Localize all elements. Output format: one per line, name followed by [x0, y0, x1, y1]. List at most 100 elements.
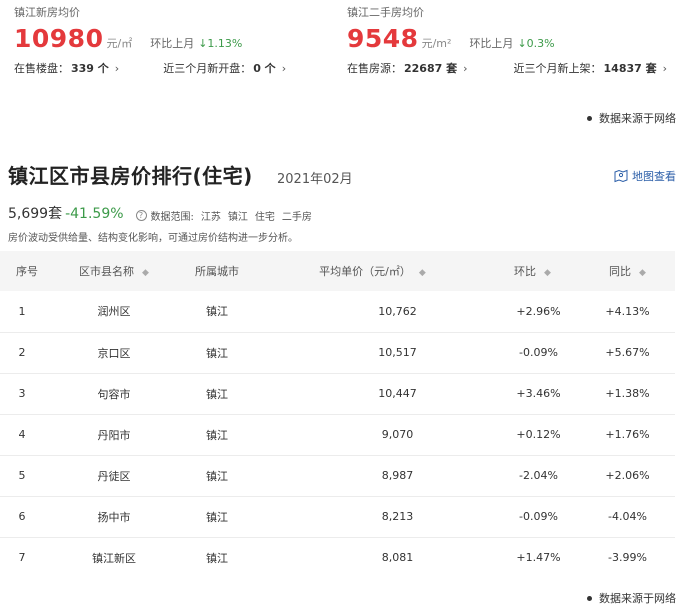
table-row[interactable]: 4 丹阳市 镇江 9,070 +0.12% +1.76%	[0, 414, 675, 456]
row-index: 1	[0, 291, 54, 333]
table-row[interactable]: 7 镇江新区 镇江 8,081 +1.47% -3.99%	[0, 537, 675, 578]
new-house-on-sale-value: 339 个	[71, 62, 109, 75]
new-house-price-unit: 元/㎡	[106, 37, 133, 50]
new-house-price-row: 10980 元/㎡ 环比上月 ↓1.13%	[14, 24, 334, 54]
row-index: 7	[18, 551, 26, 565]
row-price: 8,213	[260, 496, 485, 538]
header-city: 所属城市	[174, 251, 260, 291]
second-hand-price-card: 镇江二手房均价 9548 元/m² 环比上月 ↓0.3% 在售房源： 22687…	[347, 6, 677, 76]
header-price[interactable]: 平均单价（元/㎡） ◆	[260, 251, 485, 291]
new-house-on-sale-link[interactable]: 在售楼盘： 339 个 ›	[14, 62, 119, 76]
sort-icon[interactable]: ◆	[544, 268, 551, 278]
scope-tag: 住宅	[254, 212, 275, 223]
ranking-title: 镇江区市县房价排行(住宅)	[8, 164, 253, 188]
row-mom: +3.46%	[485, 373, 580, 415]
row-district: 扬中市	[54, 496, 174, 538]
table-header-row: 序号 区市县名称 ◆ 所属城市 平均单价（元/㎡） ◆ 环比 ◆ 同比 ◆	[0, 251, 675, 291]
new-house-on-sale-label: 在售楼盘：	[14, 62, 69, 75]
chevron-right-icon: ›	[114, 62, 120, 75]
row-yoy: +5.67%	[580, 332, 675, 374]
new-house-sub-row: 在售楼盘： 339 个 › 近三个月新开盘： 0 个 ›	[14, 62, 334, 76]
row-city: 镇江	[206, 551, 228, 565]
row-district: 润州区	[54, 291, 174, 333]
row-index: 3	[0, 373, 54, 415]
row-price: 10,517	[260, 332, 485, 374]
row-mom: -2.04%	[485, 455, 580, 497]
row-index: 5	[0, 455, 54, 497]
sort-icon[interactable]: ◆	[419, 268, 426, 278]
table-row[interactable]: 6 扬中市 镇江 8,213 -0.09% -4.04%	[0, 496, 675, 538]
help-icon[interactable]: ?	[135, 210, 147, 221]
new-house-price: 10980	[14, 24, 104, 53]
new-house-recent-label: 近三个月新开盘：	[163, 62, 252, 75]
header-district[interactable]: 区市县名称 ◆	[54, 251, 174, 291]
row-mom: +1.47%	[516, 551, 561, 565]
chevron-right-icon: ›	[281, 62, 287, 75]
row-district: 京口区	[54, 332, 174, 374]
second-hand-mom-label: 环比上月	[469, 37, 514, 50]
map-view-link[interactable]: 地图查看	[614, 168, 676, 184]
second-hand-on-sale-link[interactable]: 在售房源： 22687 套 ›	[347, 62, 468, 76]
new-house-mom-label: 环比上月	[150, 37, 195, 50]
row-index: 2	[0, 332, 54, 374]
second-hand-recent-value: 14837 套	[603, 62, 657, 75]
row-city: 镇江	[174, 291, 260, 333]
row-district: 丹阳市	[54, 414, 174, 456]
second-hand-price-unit: 元/m²	[421, 37, 452, 50]
row-price: 8,987	[260, 455, 485, 497]
table-row[interactable]: 2 京口区 镇江 10,517 -0.09% +5.67%	[0, 332, 675, 374]
row-index: 6	[0, 496, 54, 538]
row-city: 镇江	[174, 496, 260, 538]
scope-label: 数据范围:	[150, 212, 194, 223]
row-yoy: +4.13%	[580, 291, 675, 333]
chevron-right-icon: ›	[662, 62, 668, 75]
new-house-title: 镇江新房均价	[14, 6, 80, 19]
second-hand-on-sale-label: 在售房源：	[347, 62, 402, 75]
listing-change: -41.59%	[65, 206, 124, 222]
listing-count: 5,699套	[8, 206, 63, 222]
source-note-text: 数据来源于网络	[599, 592, 676, 605]
scope-tag: 二手房	[281, 212, 312, 223]
second-hand-sub-row: 在售房源： 22687 套 › 近三个月新上架： 14837 套 ›	[347, 62, 677, 76]
map-view-label: 地图查看	[632, 170, 676, 183]
ranking-table-body: 1 润州区 镇江 10,762 +2.96% +4.13% 2 京口区 镇江 10,517 -0.0…	[0, 291, 675, 578]
sort-icon[interactable]: ◆	[142, 268, 149, 278]
ranking-summary: 5,699套 -41.59% ? 数据范围: 江苏 镇江 住宅 二手房	[8, 203, 312, 223]
row-yoy: +1.76%	[580, 414, 675, 456]
header-mom[interactable]: 环比 ◆	[485, 251, 580, 291]
bullet-icon	[587, 595, 592, 601]
row-yoy: +1.38%	[580, 373, 675, 415]
row-price: 9,070	[260, 414, 485, 456]
row-mom: -0.09%	[485, 332, 580, 374]
ranking-footnote: 房价波动受供给量、结构变化影响，可通过房价结构进一步分析。	[8, 233, 298, 244]
table-row[interactable]: 1 润州区 镇江 10,762 +2.96% +4.13%	[0, 291, 675, 333]
row-price: 10,447	[260, 373, 485, 415]
sort-icon[interactable]: ◆	[639, 268, 646, 278]
header-index: 序号	[0, 251, 54, 291]
row-district: 句容市	[54, 373, 174, 415]
row-district: 镇江新区	[92, 551, 136, 565]
row-city: 镇江	[174, 455, 260, 497]
row-index: 4	[0, 414, 54, 456]
row-city: 镇江	[174, 414, 260, 456]
row-district: 丹徒区	[54, 455, 174, 497]
second-hand-mom-value: ↓0.3%	[517, 37, 555, 50]
table-row[interactable]: 5 丹徒区 镇江 8,987 -2.04% +2.06%	[0, 455, 675, 497]
table-row[interactable]: 3 句容市 镇江 10,447 +3.46% +1.38%	[0, 373, 675, 415]
row-yoy: -4.04%	[580, 496, 675, 538]
scope-tag: 江苏	[200, 212, 221, 223]
scope-tag: 镇江	[227, 212, 248, 223]
ranking-table: 序号 区市县名称 ◆ 所属城市 平均单价（元/㎡） ◆ 环比 ◆ 同比 ◆ 1 润州区 镇江…	[0, 251, 675, 578]
ranking-date: 2021年02月	[277, 172, 353, 187]
second-hand-recent-link[interactable]: 近三个月新上架： 14837 套 ›	[514, 62, 668, 76]
data-scope: ? 数据范围: 江苏 镇江 住宅 二手房	[135, 208, 312, 223]
row-city: 镇江	[174, 373, 260, 415]
row-price: 10,762	[260, 291, 485, 333]
header-yoy[interactable]: 同比 ◆	[580, 251, 675, 291]
row-mom: -0.09%	[485, 496, 580, 538]
row-city: 镇江	[174, 332, 260, 374]
row-yoy: -3.99%	[608, 551, 647, 565]
new-house-recent-link[interactable]: 近三个月新开盘： 0 个 ›	[163, 62, 286, 76]
second-hand-title: 镇江二手房均价	[347, 6, 424, 19]
source-note-bottom: 数据来源于网络	[587, 590, 676, 606]
